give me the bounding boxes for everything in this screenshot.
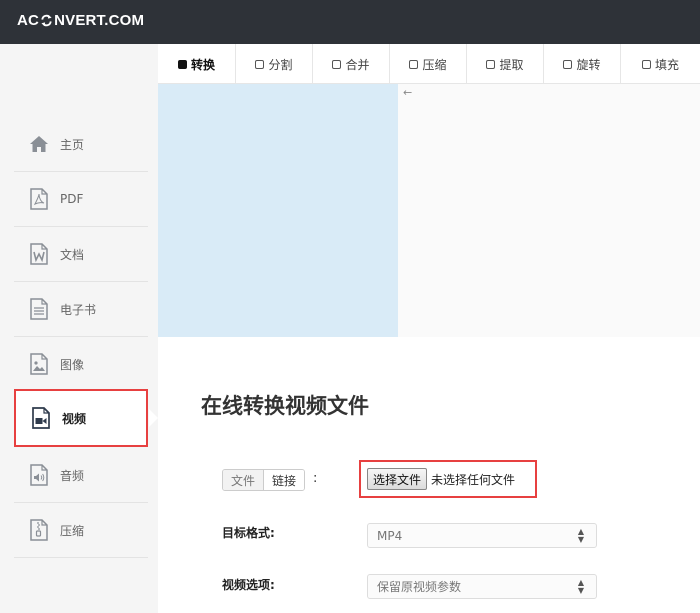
tab-split[interactable]: 分割: [236, 44, 313, 84]
sidebar-item-ebook[interactable]: 电子书: [14, 282, 148, 337]
page-title: 在线转换视频文件: [201, 394, 369, 418]
file-source-button[interactable]: 文件: [223, 470, 265, 490]
video-options-select[interactable]: 保留原视频参数 ▲ ▼: [367, 574, 597, 599]
sidebar-item-archive[interactable]: 压缩: [14, 503, 148, 558]
video-icon: [31, 407, 51, 429]
tab-pad[interactable]: 填充: [621, 44, 700, 84]
sidebar-item-image[interactable]: 图像: [14, 337, 148, 392]
convert-arrows-icon: [41, 14, 52, 27]
tab-label: 分割: [268, 57, 293, 72]
pdf-icon: [29, 188, 49, 210]
home-icon: [29, 133, 49, 155]
select-value: MP4: [377, 528, 403, 543]
arrow-left-icon[interactable]: ←: [403, 86, 412, 99]
source-colon: :: [313, 471, 318, 486]
video-options-label: 视频选项:: [222, 578, 275, 592]
tab-label: 合并: [345, 57, 370, 72]
target-format-label: 目标格式:: [222, 526, 275, 540]
target-format-select[interactable]: MP4 ▲ ▼: [367, 523, 597, 548]
tab-compress[interactable]: 压缩: [390, 44, 467, 84]
tab-label: 压缩: [422, 57, 447, 72]
sidebar-item-pdf[interactable]: PDF: [14, 172, 148, 227]
tab-label: 转换: [190, 57, 215, 72]
ebook-icon: [29, 298, 49, 320]
sidebar-item-label: 主页: [60, 137, 85, 152]
sidebar-item-label: 视频: [62, 411, 87, 426]
file-status-text: 未选择任何文件: [431, 472, 516, 487]
source-toggle: 文件 链接: [222, 469, 306, 491]
tab-extract[interactable]: 提取: [467, 44, 544, 84]
tab-label: 填充: [654, 57, 679, 72]
tab-label: 提取: [499, 57, 524, 72]
select-arrows-icon: ▲ ▼: [577, 578, 584, 595]
tab-label: 旋转: [576, 57, 601, 72]
sidebar-item-document[interactable]: 文档: [14, 227, 148, 282]
sidebar-item-audio[interactable]: 音频: [14, 448, 148, 503]
checkbox-icon: [563, 59, 573, 69]
select-value: 保留原视频参数: [377, 580, 462, 594]
sidebar-item-label: PDF: [60, 192, 84, 206]
file-input: 选择文件 未选择任何文件: [359, 460, 537, 498]
sidebar-item-label: 文档: [60, 247, 85, 262]
logo-text-left: AC: [17, 12, 40, 29]
word-document-icon: [29, 243, 49, 265]
top-header: AC NVERT.COM: [0, 0, 700, 44]
sidebar-item-label: 音频: [60, 468, 85, 483]
choose-file-button[interactable]: 选择文件: [367, 468, 428, 490]
checkbox-icon: [332, 59, 342, 69]
tab-merge[interactable]: 合并: [313, 44, 390, 84]
audio-icon: [29, 464, 49, 486]
ad-banner[interactable]: [158, 84, 398, 337]
archive-icon: [29, 519, 49, 541]
checkbox-icon: [177, 59, 187, 69]
checkbox-icon: [409, 59, 419, 69]
tab-convert[interactable]: 转换: [158, 44, 236, 84]
sidebar-item-video[interactable]: 视频: [14, 389, 148, 447]
checkbox-icon: [486, 59, 496, 69]
link-source-button[interactable]: 链接: [264, 470, 305, 490]
checkbox-icon: [641, 59, 651, 69]
sidebar-item-label: 图像: [60, 357, 85, 372]
sidebar-item-label: 电子书: [60, 302, 97, 317]
sidebar-item-label: 压缩: [60, 523, 85, 538]
ad-panel: [398, 84, 700, 337]
logo-text-right: NVERT.COM: [54, 12, 145, 29]
select-arrows-icon: ▲ ▼: [577, 527, 584, 544]
tool-tabs: 转换 分割 合并 压缩 提取 旋转 填充: [158, 44, 700, 84]
sidebar-item-home[interactable]: 主页: [14, 117, 148, 172]
checkbox-icon: [255, 59, 265, 69]
logo[interactable]: AC NVERT.COM: [17, 12, 144, 29]
tab-rotate[interactable]: 旋转: [544, 44, 621, 84]
image-icon: [29, 353, 49, 375]
